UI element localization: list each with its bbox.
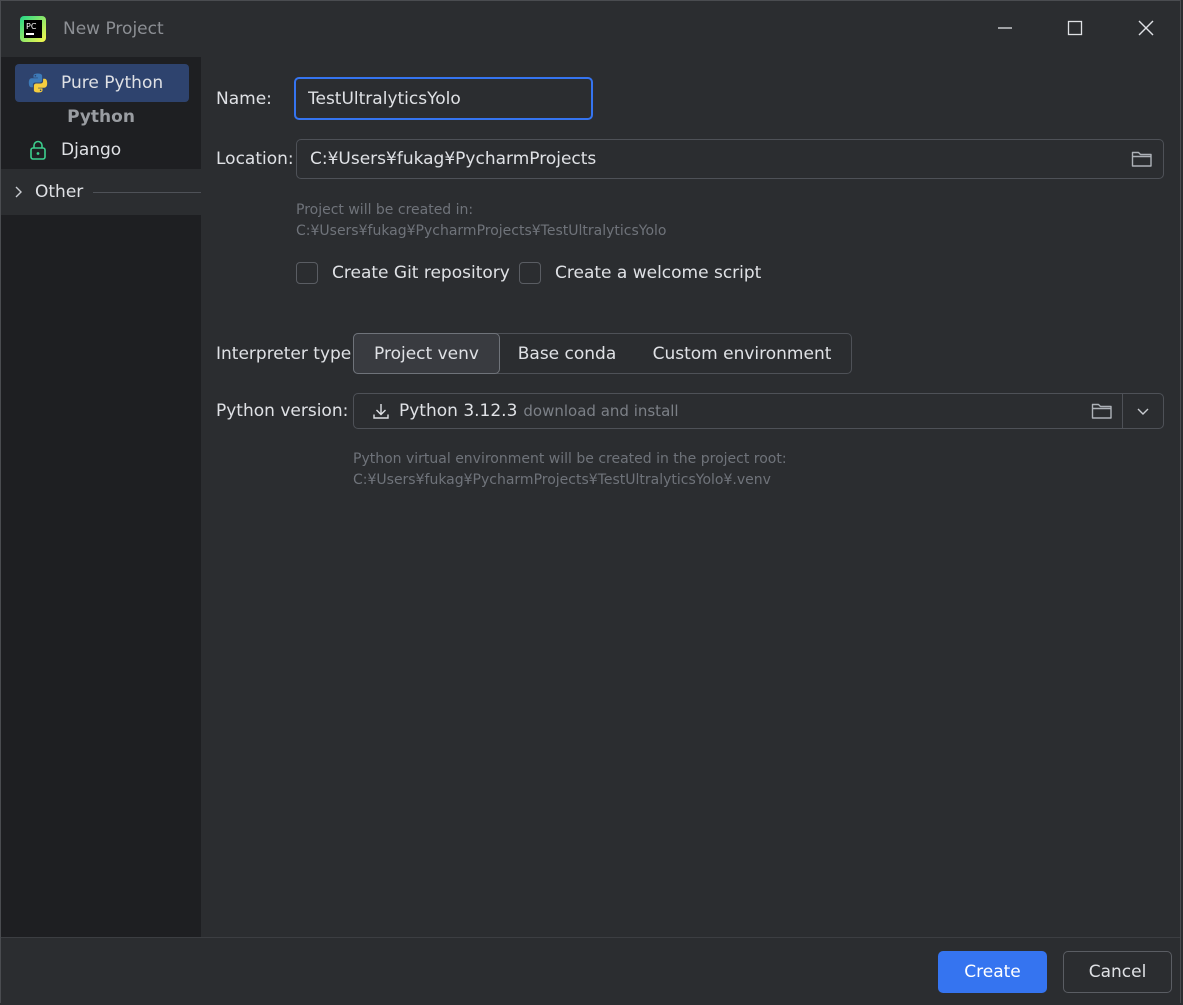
combo-divider	[1122, 394, 1123, 428]
download-icon	[372, 402, 390, 420]
hint-line: Project will be created in:	[296, 202, 474, 218]
dialog-footer: Create Cancel	[1, 937, 1180, 1004]
hint-path: C:¥Users¥fukag¥PycharmProjects¥TestUltra…	[353, 472, 771, 488]
segment-project-venv[interactable]: Project venv	[353, 333, 500, 374]
lock-icon	[27, 139, 49, 161]
title-bar: PC New Project	[1, 1, 1180, 57]
new-project-dialog: PC New Project Pure Python Python Django…	[0, 0, 1181, 1004]
sidebar-group-python: Python	[67, 107, 135, 127]
checkbox-label: Create Git repository	[332, 263, 510, 283]
sidebar-item-label: Pure Python	[61, 73, 164, 93]
python-version-value: Python 3.12.3	[399, 401, 518, 421]
hint-path: C:¥Users¥fukag¥PycharmProjects¥TestUltra…	[296, 223, 667, 239]
create-welcome-script-checkbox[interactable]: Create a welcome script	[519, 262, 761, 284]
close-icon	[1138, 20, 1154, 36]
folder-icon	[1091, 403, 1112, 419]
segment-custom-environment[interactable]: Custom environment	[634, 334, 850, 373]
name-input[interactable]	[294, 77, 593, 120]
minimize-button[interactable]	[970, 1, 1040, 55]
hint-line: Python virtual environment will be creat…	[353, 451, 787, 467]
browse-location-button[interactable]	[1131, 149, 1153, 173]
python-version-note: download and install	[523, 402, 679, 420]
checkbox-box[interactable]	[519, 262, 541, 284]
folder-icon	[1131, 151, 1152, 167]
python-version-label: Python version:	[216, 401, 349, 421]
location-input[interactable]	[296, 139, 1164, 179]
venv-location-hint: Python virtual environment will be creat…	[353, 449, 787, 491]
project-location-hint: Project will be created in: C:¥Users¥fuk…	[296, 200, 666, 242]
sidebar-item-pure-python[interactable]: Pure Python	[15, 64, 189, 102]
checkbox-box[interactable]	[296, 262, 318, 284]
interpreter-type-label: Interpreter type:	[216, 344, 357, 364]
browse-interpreter-button[interactable]	[1091, 401, 1113, 426]
chevron-down-icon[interactable]	[1135, 403, 1151, 424]
chevron-right-icon	[13, 185, 25, 199]
location-label: Location:	[216, 149, 294, 169]
window-title: New Project	[63, 19, 164, 39]
segment-base-conda[interactable]: Base conda	[500, 334, 634, 373]
pycharm-app-icon: PC	[20, 16, 46, 42]
python-version-combo[interactable]: Python 3.12.3 download and install	[353, 393, 1164, 429]
name-label: Name:	[216, 89, 272, 109]
cancel-button[interactable]: Cancel	[1063, 951, 1172, 993]
create-git-checkbox[interactable]: Create Git repository	[296, 262, 510, 284]
close-button[interactable]	[1111, 1, 1181, 55]
divider	[93, 191, 201, 193]
interpreter-type-segmented: Project venv Base conda Custom environme…	[353, 333, 852, 374]
sidebar-item-label: Django	[61, 140, 122, 160]
checkbox-label: Create a welcome script	[555, 263, 762, 283]
sidebar-item-django[interactable]: Django	[15, 131, 189, 169]
create-button[interactable]: Create	[938, 951, 1047, 993]
app-icon-text: PC	[26, 22, 37, 31]
project-type-sidebar: Pure Python Python Django Other	[1, 57, 201, 937]
sidebar-other-label: Other	[35, 182, 84, 202]
maximize-icon	[1067, 20, 1083, 36]
maximize-button[interactable]	[1040, 1, 1110, 55]
python-icon	[27, 72, 49, 94]
minimize-icon	[998, 27, 1012, 29]
sidebar-group-other[interactable]: Other	[1, 169, 201, 215]
